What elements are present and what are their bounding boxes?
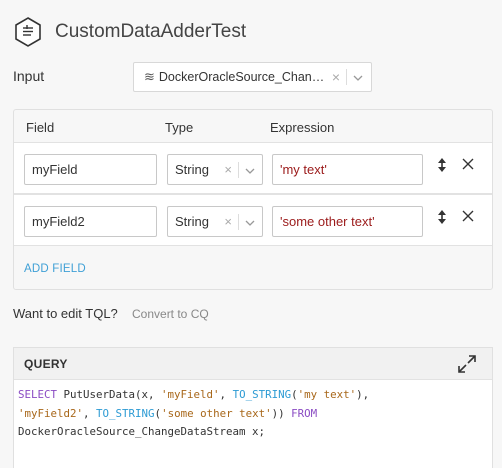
query-token: PutUserData(x, bbox=[57, 388, 162, 401]
fields-panel: Field Type Expression myField String × '… bbox=[13, 109, 493, 290]
clear-icon[interactable]: × bbox=[224, 214, 232, 229]
query-token: 'some other text' bbox=[161, 406, 272, 420]
chevron-down-icon[interactable] bbox=[353, 70, 363, 84]
query-token: TO_STRING bbox=[232, 388, 292, 401]
stream-icon: ≋ bbox=[144, 69, 155, 84]
field-name-input[interactable]: myField bbox=[24, 154, 157, 185]
query-token: 'my text' bbox=[297, 388, 357, 401]
field-column-header: Field bbox=[26, 120, 55, 135]
expression-column-header: Expression bbox=[270, 120, 335, 135]
select-divider bbox=[346, 69, 347, 85]
query-token: , bbox=[219, 388, 233, 401]
component-title: CustomDataAdderTest bbox=[55, 21, 247, 42]
select-divider bbox=[238, 213, 239, 230]
query-token: 'myField' bbox=[161, 388, 220, 401]
component-header: CustomDataAdderTest bbox=[14, 14, 246, 50]
query-token: SELECT bbox=[18, 388, 58, 401]
query-token: 'myField2' bbox=[18, 406, 84, 420]
query-token: TO_STRING bbox=[96, 406, 155, 420]
query-panel: QUERY SELECT PutUserData(x, 'myField', T… bbox=[13, 347, 493, 468]
type-column-header: Type bbox=[165, 120, 194, 135]
add-field-button[interactable]: ADD FIELD bbox=[24, 263, 86, 275]
field-type-value: String bbox=[175, 214, 209, 229]
query-title: QUERY bbox=[24, 356, 68, 371]
field-row: myField String × 'my text' bbox=[14, 142, 492, 194]
field-expression-input[interactable]: 'some other text' bbox=[272, 206, 423, 237]
query-token: )) bbox=[271, 406, 292, 420]
field-type-select[interactable]: String × bbox=[167, 206, 263, 237]
input-stream-select[interactable]: ≋ DockerOracleSource_Change… × bbox=[133, 62, 372, 92]
select-divider bbox=[238, 161, 239, 178]
convert-to-cq-link[interactable]: Convert to CQ bbox=[132, 307, 209, 321]
query-code[interactable]: SELECT PutUserData(x, 'myField', TO_STRI… bbox=[14, 380, 492, 468]
query-token: FROM bbox=[291, 406, 318, 420]
reorder-icon[interactable] bbox=[437, 157, 447, 177]
clear-icon[interactable]: × bbox=[332, 69, 340, 85]
chevron-down-icon[interactable] bbox=[245, 214, 255, 229]
field-name-input[interactable]: myField2 bbox=[24, 206, 157, 237]
query-token: ), bbox=[356, 388, 370, 401]
expand-icon[interactable] bbox=[457, 354, 477, 374]
query-line: DockerOracleSource_ChangeDataStream x; bbox=[18, 423, 488, 442]
edit-tql-question: Want to edit TQL? bbox=[13, 306, 118, 321]
query-token: DockerOracleSource_ChangeDataStream x; bbox=[18, 425, 266, 438]
field-type-select[interactable]: String × bbox=[167, 154, 263, 185]
field-expression-input[interactable]: 'my text' bbox=[272, 154, 423, 185]
query-line: 'myField2', TO_STRING('some other text')… bbox=[18, 405, 488, 424]
clear-icon[interactable]: × bbox=[224, 162, 232, 177]
input-stream-value: DockerOracleSource_Change… bbox=[158, 70, 326, 84]
component-hex-icon bbox=[14, 16, 42, 48]
chevron-down-icon[interactable] bbox=[245, 162, 255, 177]
query-token: , bbox=[83, 406, 97, 420]
field-row: myField2 String × 'some other text' bbox=[14, 194, 492, 246]
reorder-icon[interactable] bbox=[437, 209, 447, 229]
query-header: QUERY bbox=[14, 348, 492, 380]
input-label: Input bbox=[13, 68, 45, 84]
remove-field-icon[interactable] bbox=[462, 209, 474, 226]
remove-field-icon[interactable] bbox=[462, 157, 474, 174]
field-type-value: String bbox=[175, 162, 209, 177]
query-line: SELECT PutUserData(x, 'myField', TO_STRI… bbox=[18, 386, 488, 405]
